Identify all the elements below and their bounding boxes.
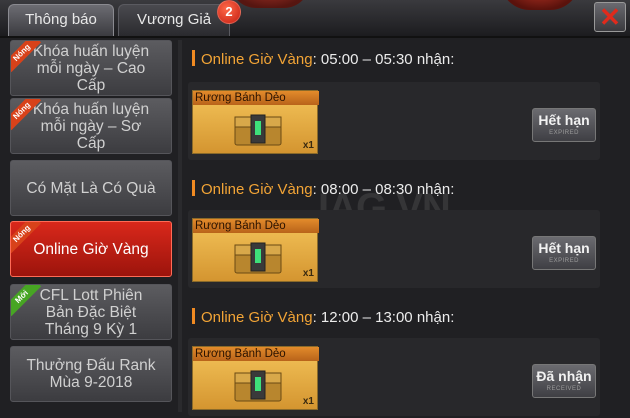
item-quantity: x1 <box>302 396 314 407</box>
decorative-orb <box>500 0 580 10</box>
reward-row: Rương Bánh Dẻo x1 Hết hạn EXPIRED <box>188 210 600 288</box>
sidebar-item-online-gio-vang[interactable]: Nóng Online Giờ Vàng <box>10 221 172 277</box>
item-name: Rương Bánh Dẻo <box>193 219 319 233</box>
notification-badge: 2 <box>217 0 241 24</box>
received-button[interactable]: Đã nhận RECEIVED <box>532 364 596 398</box>
event-window: Thông báo Vương Giả 2 ✕ Nóng Khóa huấn l… <box>0 0 630 418</box>
sidebar-item-cfl-lott[interactable]: Mới CFL Lott Phiên Bản Đặc Biệt Tháng 9 … <box>10 284 172 340</box>
tab-vuong-gia[interactable]: Vương Giả <box>118 4 230 36</box>
section-title: Online Giờ Vàng: 08:00 – 08:30 nhận: <box>192 180 454 198</box>
sidebar-item-label: Khóa huấn luyện mỗi ngày – Cao Cấp <box>32 42 150 94</box>
sidebar-item-label: Có Mặt Là Có Quà <box>26 179 156 197</box>
sidebar-item-khoa-huan-luyen-so-cap[interactable]: Nóng Khóa huấn luyện mỗi ngày – Sơ Cấp <box>10 98 172 154</box>
sidebar-item-label: Thưởng Đấu Rank Mùa 9-2018 <box>26 357 156 391</box>
close-icon[interactable]: ✕ <box>594 2 626 32</box>
sidebar-item-khoa-huan-luyen-cao-cap[interactable]: Nóng Khóa huấn luyện mỗi ngày – Cao Cấp <box>10 40 172 96</box>
event-sidebar: Nóng Khóa huấn luyện mỗi ngày – Cao Cấp … <box>6 40 174 418</box>
item-quantity: x1 <box>302 140 314 151</box>
top-bar: Thông báo Vương Giả 2 ✕ <box>0 0 630 38</box>
decorative-orb <box>230 0 310 8</box>
sidebar-item-label: CFL Lott Phiên Bản Đặc Biệt Tháng 9 Kỳ 1 <box>39 286 143 338</box>
chest-icon <box>234 370 282 402</box>
item-name: Rương Bánh Dẻo <box>193 91 319 105</box>
section-title: Online Giờ Vàng: 12:00 – 13:00 nhận: <box>192 308 454 326</box>
sidebar-item-co-mat-la-co-qua[interactable]: Có Mặt Là Có Quà <box>10 160 172 216</box>
section-title: Online Giờ Vàng: 05:00 – 05:30 nhận: <box>192 50 454 68</box>
sidebar-scrollbar[interactable] <box>178 40 182 412</box>
sidebar-item-label: Khóa huấn luyện mỗi ngày – Sơ Cấp <box>32 100 150 152</box>
sidebar-item-label: Online Giờ Vàng <box>33 240 149 258</box>
chest-icon <box>234 114 282 146</box>
expired-button[interactable]: Hết hạn EXPIRED <box>532 236 596 270</box>
item-quantity: x1 <box>302 268 314 279</box>
reward-row: Rương Bánh Dẻo x1 Đã nhận RECEIVED <box>188 338 600 416</box>
sidebar-item-thuong-dau-rank[interactable]: Thưởng Đấu Rank Mùa 9-2018 <box>10 346 172 402</box>
reward-item-card[interactable]: Rương Bánh Dẻo x1 <box>192 346 319 410</box>
reward-row: Rương Bánh Dẻo x1 Hết hạn EXPIRED <box>188 82 600 160</box>
item-name: Rương Bánh Dẻo <box>193 347 319 361</box>
reward-item-card[interactable]: Rương Bánh Dẻo x1 <box>192 218 319 282</box>
tab-thong-bao[interactable]: Thông báo <box>8 4 114 36</box>
reward-item-card[interactable]: Rương Bánh Dẻo x1 <box>192 90 319 154</box>
expired-button[interactable]: Hết hạn EXPIRED <box>532 108 596 142</box>
chest-icon <box>234 242 282 274</box>
